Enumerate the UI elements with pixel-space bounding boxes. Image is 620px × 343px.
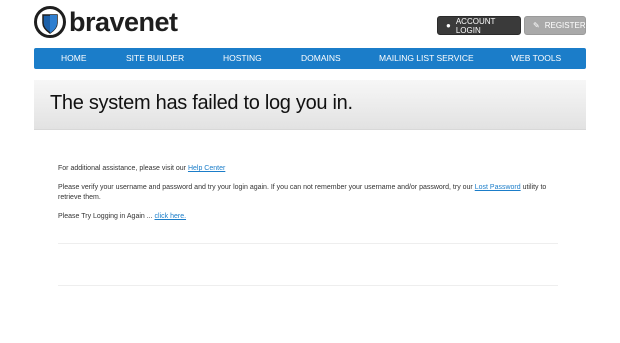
divider <box>58 285 558 286</box>
register-button[interactable]: ✎ REGISTER <box>524 16 586 35</box>
site-header: bravenet ● ACCOUNT LOGIN ✎ REGISTER <box>0 0 620 46</box>
nav-item-domains[interactable]: DOMAINS <box>301 53 341 63</box>
nav-item-hosting[interactable]: HOSTING <box>223 53 262 63</box>
verify-paragraph: Please verify your username and password… <box>58 183 558 203</box>
account-login-label: ACCOUNT LOGIN <box>455 16 496 35</box>
nav-item-home[interactable]: HOME <box>61 53 87 63</box>
page-banner: The system has failed to log you in. <box>34 80 586 130</box>
verify-text: Please verify your username and password… <box>58 184 473 191</box>
click-here-link[interactable]: click here. <box>155 213 187 220</box>
retry-paragraph: Please Try Logging in Again ... click he… <box>58 212 558 222</box>
nav-item-mailing-list-service[interactable]: MAILING LIST SERVICE <box>379 53 474 63</box>
lost-password-link[interactable]: Lost Password <box>475 184 521 191</box>
bravenet-logo[interactable]: bravenet <box>34 5 178 39</box>
divider <box>58 243 558 244</box>
assistance-text: For additional assistance, please visit … <box>58 165 187 172</box>
account-login-button[interactable]: ● ACCOUNT LOGIN <box>437 16 521 35</box>
header-buttons: ● ACCOUNT LOGIN ✎ REGISTER <box>437 16 586 35</box>
logo-text: bravenet <box>69 6 178 37</box>
shield-logo-icon <box>34 6 66 38</box>
nav-item-site-builder[interactable]: SITE BUILDER <box>126 53 184 63</box>
assistance-paragraph: For additional assistance, please visit … <box>58 164 558 174</box>
pencil-icon: ✎ <box>533 20 540 30</box>
help-center-link[interactable]: Help Center <box>188 165 225 172</box>
main-content: For additional assistance, please visit … <box>58 164 558 231</box>
main-nav: HOME SITE BUILDER HOSTING DOMAINS MAILIN… <box>34 48 586 69</box>
register-label: REGISTER <box>544 21 586 30</box>
nav-item-web-tools[interactable]: WEB TOOLS <box>511 53 561 63</box>
page-title: The system has failed to log you in. <box>50 92 353 114</box>
user-icon: ● <box>446 20 451 30</box>
retry-text: Please Try Logging in Again ... <box>58 213 153 220</box>
